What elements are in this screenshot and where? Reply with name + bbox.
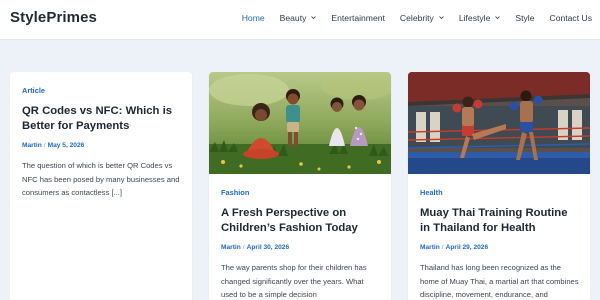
post-meta: Martin / May 5, 2026 [22, 142, 182, 149]
post-category-link[interactable]: Health [420, 188, 580, 197]
post-date-link[interactable]: April 30, 2026 [247, 244, 290, 251]
site-logo[interactable]: StylePrimes [10, 9, 97, 26]
nav-item-contact-us[interactable]: Contact Us [549, 13, 592, 23]
post-card: Fashion A Fresh Perspective on Children’… [209, 72, 391, 300]
post-category-link[interactable]: Fashion [221, 188, 381, 197]
nav-item-label: Style [515, 13, 535, 23]
post-author-link[interactable]: Martin [420, 244, 440, 251]
nav-item-beauty[interactable]: Beauty [280, 13, 317, 23]
post-card-body: Article QR Codes vs NFC: Which is Better… [22, 86, 182, 200]
post-title-link[interactable]: A Fresh Perspective on Children’s Fashio… [221, 206, 381, 236]
nav-item-label: Home [241, 13, 265, 23]
post-date-link[interactable]: April 29, 2026 [446, 244, 489, 251]
post-card-body: Health Muay Thai Training Routine in Tha… [420, 188, 580, 300]
site-header: StylePrimes Home Beauty Entertainment Ce… [0, 0, 600, 40]
post-card: Health Muay Thai Training Routine in Tha… [408, 72, 590, 300]
chevron-down-icon [495, 15, 501, 19]
meta-separator: / [441, 244, 444, 251]
post-meta: Martin / April 29, 2026 [420, 244, 580, 251]
nav-item-home[interactable]: Home [242, 13, 265, 23]
post-title-link[interactable]: Muay Thai Training Routine in Thailand f… [420, 206, 580, 236]
nav-item-label: Celebrity [399, 13, 434, 23]
post-category-link[interactable]: Article [22, 86, 182, 95]
post-author-link[interactable]: Martin [221, 244, 241, 251]
post-card-body: Fashion A Fresh Perspective on Children’… [221, 188, 381, 300]
post-card: Article QR Codes vs NFC: Which is Better… [10, 72, 192, 300]
meta-separator: / [43, 142, 46, 149]
nav-item-entertainment[interactable]: Entertainment [331, 13, 385, 23]
nav-item-label: Contact Us [549, 13, 592, 23]
meta-separator: / [242, 244, 245, 251]
post-thumbnail-image[interactable] [209, 72, 391, 174]
nav-item-label: Lifestyle [458, 13, 491, 23]
post-thumbnail-image[interactable] [408, 72, 590, 174]
chevron-down-icon [439, 15, 444, 19]
nav-item-label: Beauty [279, 13, 307, 23]
post-excerpt: The way parents shop for their children … [221, 263, 367, 299]
post-meta: Martin / April 30, 2026 [221, 244, 381, 251]
chevron-down-icon [311, 15, 317, 19]
post-title-link[interactable]: QR Codes vs NFC: Which is Better for Pay… [22, 104, 182, 134]
post-excerpt: Thailand has long been recognized as the… [420, 263, 579, 299]
main-nav: Home Beauty Entertainment Celebrity Life… [227, 13, 592, 23]
post-author-link[interactable]: Martin [22, 142, 42, 149]
nav-item-style[interactable]: Style [515, 13, 534, 23]
post-date-link[interactable]: May 5, 2026 [48, 142, 85, 149]
post-excerpt: The question of which is better QR Codes… [22, 161, 180, 197]
nav-item-label: Entertainment [331, 13, 385, 23]
nav-item-celebrity[interactable]: Celebrity [400, 13, 444, 23]
nav-item-lifestyle[interactable]: Lifestyle [459, 13, 501, 23]
